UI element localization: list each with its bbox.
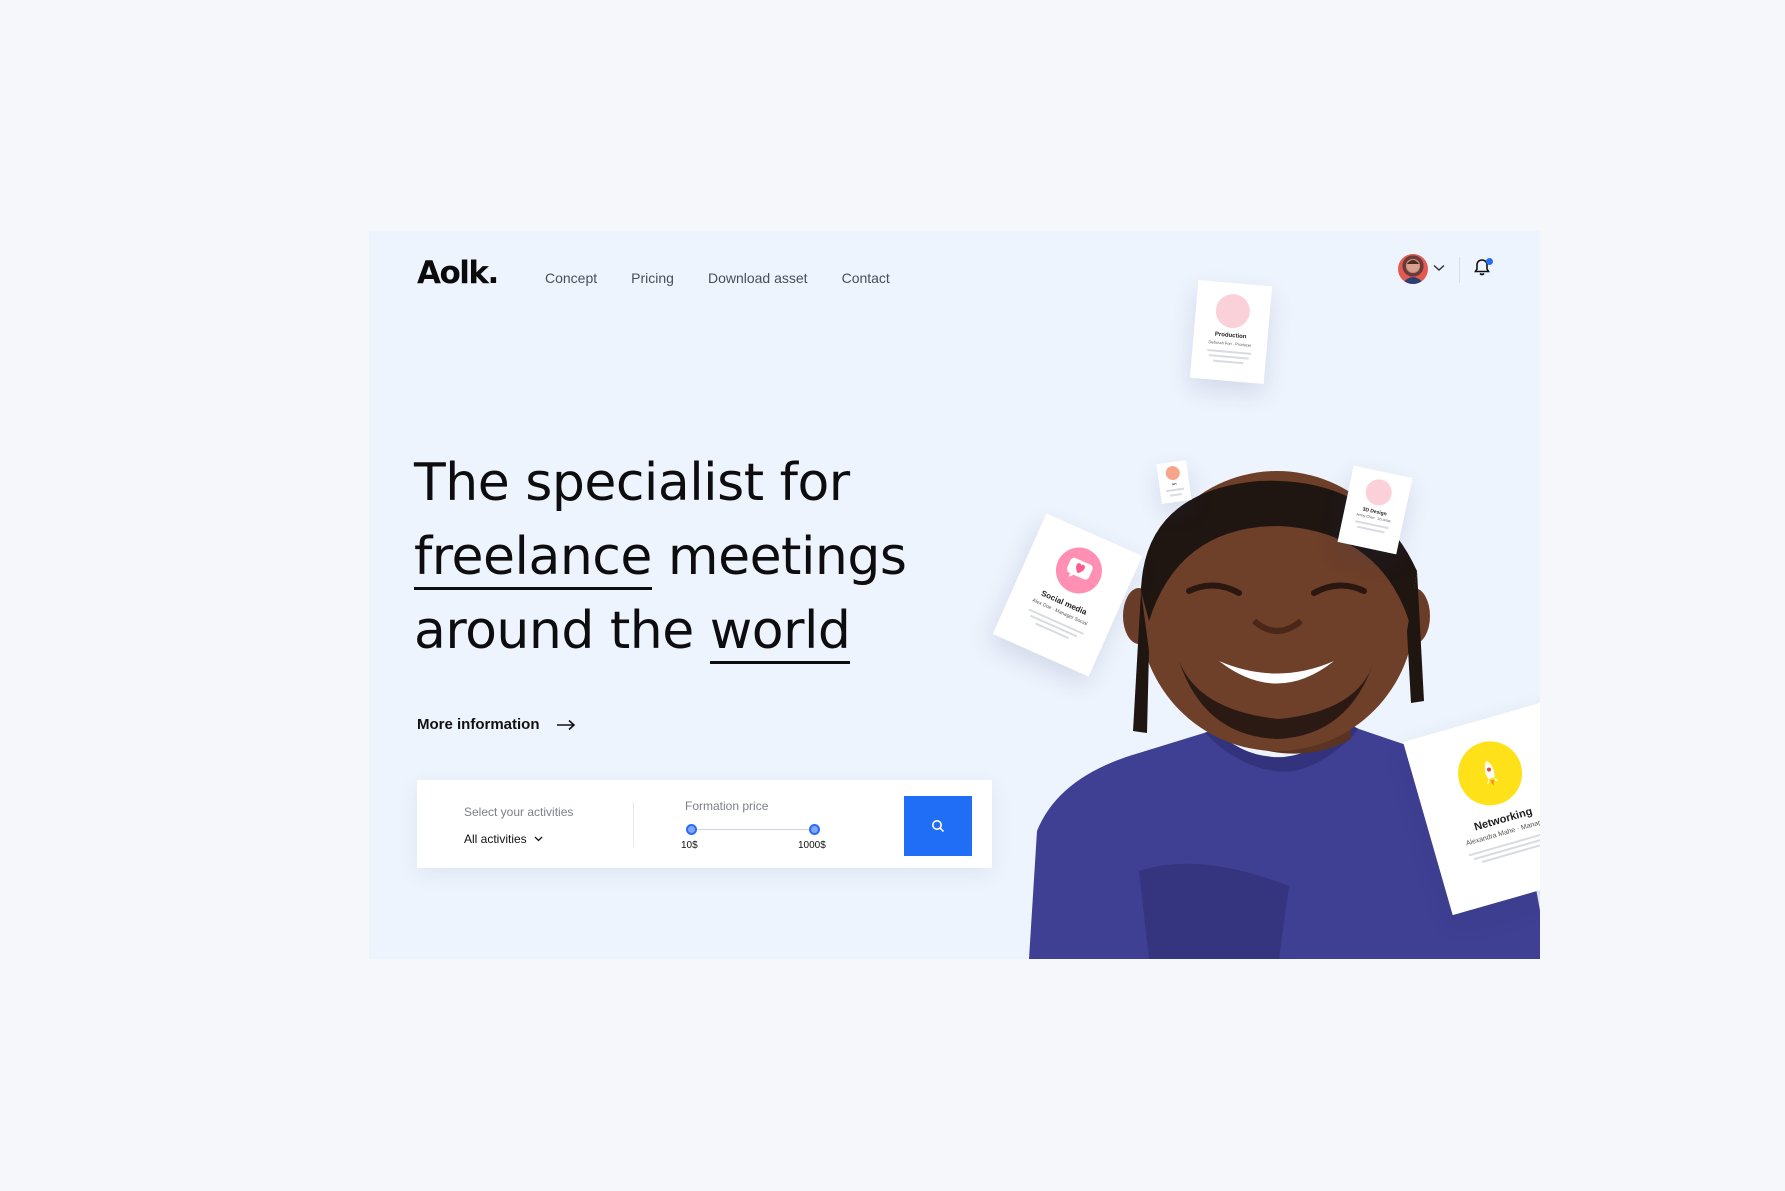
price-label: Formation price (685, 799, 769, 813)
headline-line-3: around the world (414, 594, 906, 668)
activities-select-value: All activities (464, 832, 527, 846)
nav-concept[interactable]: Concept (545, 270, 597, 286)
header-divider (1459, 257, 1460, 283)
card-small[interactable]: Art (1156, 460, 1192, 504)
price-slider-min-handle[interactable] (686, 824, 697, 835)
heart-chat-icon (1048, 539, 1109, 601)
activities-select[interactable]: All activities (464, 832, 543, 846)
headline-word-freelance: freelance (414, 527, 652, 590)
price-min-value: 10$ (681, 840, 698, 851)
search-icon (932, 820, 945, 833)
nav-contact[interactable]: Contact (842, 270, 890, 286)
price-slider-track[interactable] (692, 829, 815, 830)
headline-word-world: world (709, 601, 851, 664)
price-slider-max-handle[interactable] (809, 824, 820, 835)
card-small-text (1166, 487, 1185, 497)
chevron-down-icon[interactable] (1433, 264, 1445, 272)
arrow-right-icon (556, 719, 575, 730)
search-divider (633, 802, 634, 847)
nav-download-asset[interactable]: Download asset (708, 270, 808, 286)
card-3d-design-avatar (1363, 476, 1395, 508)
main-nav: Concept Pricing Download asset Contact (545, 270, 890, 286)
card-small-title: Art (1171, 481, 1177, 487)
nav-pricing[interactable]: Pricing (631, 270, 674, 286)
headline-word-meetings: meetings (651, 527, 907, 587)
card-production-text (1206, 349, 1252, 365)
more-information-link[interactable]: More information (417, 716, 576, 733)
hero-frame: Aolk. Concept Pricing Download asset Con… (369, 231, 1540, 959)
hero-headline: The specialist for freelance meetings ar… (414, 446, 907, 668)
price-max-value: 1000$ (798, 840, 826, 851)
chevron-down-icon (534, 836, 543, 842)
search-button[interactable] (904, 796, 972, 856)
card-production-avatar (1214, 292, 1252, 330)
more-information-label: More information (417, 716, 540, 733)
notification-badge (1486, 258, 1493, 265)
activities-label: Select your activities (464, 805, 574, 819)
headline-words-around-the: around the (414, 601, 710, 661)
logo[interactable]: Aolk. (417, 255, 499, 291)
card-production[interactable]: Production Deborah Fon · Producer (1189, 279, 1273, 385)
card-social-media-text (1024, 608, 1084, 643)
card-small-avatar (1164, 465, 1181, 481)
user-avatar[interactable] (1398, 254, 1428, 284)
headline-line-1: The specialist for (414, 453, 850, 513)
rocket-icon (1450, 733, 1530, 813)
headline-line-2: freelance meetings (414, 520, 907, 594)
search-bar: Select your activities All activities Fo… (417, 780, 992, 868)
